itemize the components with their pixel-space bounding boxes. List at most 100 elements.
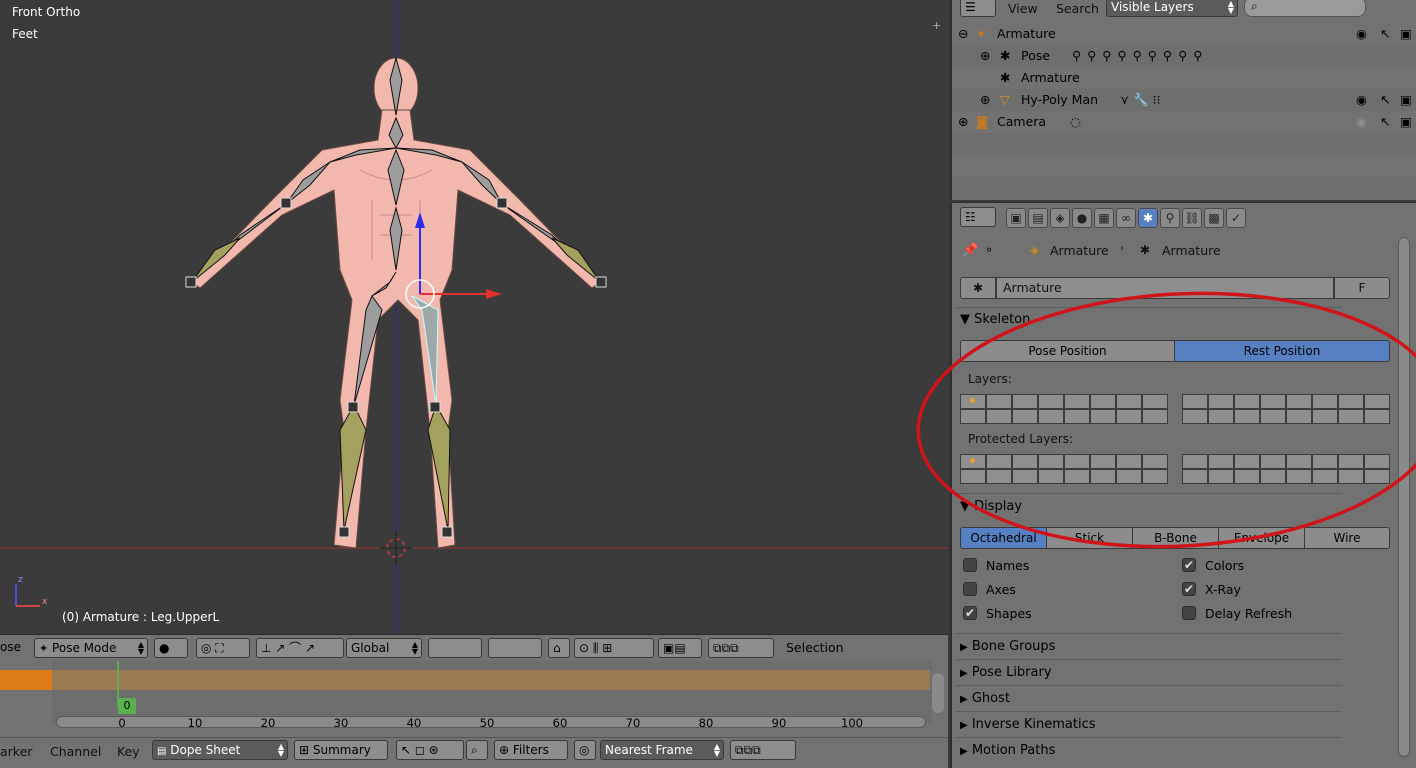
layer-toggle[interactable] (1012, 469, 1038, 484)
layer-toggle[interactable] (1116, 454, 1142, 469)
vertical-scrollbar[interactable] (932, 673, 944, 713)
delay-refresh-checkbox[interactable] (1182, 606, 1196, 620)
layer-toggle[interactable] (1090, 409, 1116, 424)
expand-icon[interactable]: ⊕ (958, 111, 968, 133)
snap-mode-dropdown[interactable]: Nearest Frame ▲ ▼ (600, 740, 724, 760)
texture-tab-icon[interactable]: ▩ (1204, 208, 1224, 228)
layer-toggle[interactable] (1234, 469, 1260, 484)
layer-toggle[interactable] (1182, 394, 1208, 409)
pin-icon[interactable]: 📌 (962, 243, 978, 258)
layer-toggle[interactable] (1312, 409, 1338, 424)
pose-position-button[interactable]: Pose Position (960, 340, 1175, 362)
render-camera-icon[interactable]: ▣ (1400, 111, 1412, 133)
layer-toggle[interactable] (1064, 469, 1090, 484)
datablock-browse-button[interactable]: ✱ (960, 277, 996, 299)
properties-editor-type-button[interactable]: ☷ (960, 207, 996, 227)
3d-viewport[interactable]: Front Ortho Feet (0) Armature : Leg.Uppe… (0, 0, 948, 634)
expand-icon[interactable]: ⊕ (980, 45, 990, 67)
bone-tab-icon[interactable]: ⚲ (1160, 208, 1180, 228)
lock-layers-icon[interactable]: ⌂ (548, 638, 570, 658)
layer-toggle[interactable] (1116, 469, 1142, 484)
visibility-eye-icon[interactable]: ◉ (1356, 111, 1367, 133)
pose-library-panel-header[interactable]: ▶ Pose Library (960, 661, 1343, 685)
layer-toggle[interactable] (1064, 394, 1090, 409)
protected-layers-group-1[interactable] (960, 454, 1168, 484)
proportional-edit-icon[interactable]: ◎ (574, 740, 596, 760)
datablock-name-input[interactable]: Armature (996, 277, 1334, 299)
mode-menu-fragment[interactable]: ose (0, 640, 21, 654)
layer-toggle[interactable] (1338, 409, 1364, 424)
render-layers-tab-icon[interactable]: ▤ (1028, 208, 1048, 228)
properties-scrollbar[interactable] (1398, 237, 1410, 757)
layer-toggle[interactable] (1208, 394, 1234, 409)
visibility-eye-icon[interactable]: ◉ (1356, 89, 1367, 111)
layer-toggle[interactable] (1364, 469, 1390, 484)
armature-layers-group-1[interactable] (960, 394, 1168, 424)
key-menu[interactable]: Key (117, 744, 140, 759)
constraints-tab-icon[interactable]: ∞ (1116, 208, 1136, 228)
render-buttons[interactable]: ▣▤ (658, 638, 702, 658)
layer-toggle[interactable] (1364, 454, 1390, 469)
display-stick-button[interactable]: Stick (1046, 527, 1133, 549)
protected-layers-group-2[interactable] (1182, 454, 1390, 484)
armature-data-tab-icon[interactable]: ✱ (1138, 208, 1158, 228)
layer-toggle[interactable] (1142, 394, 1168, 409)
layer-toggle[interactable] (960, 469, 986, 484)
layer-toggle[interactable] (1286, 469, 1312, 484)
scene-canvas[interactable]: z x (0, 0, 948, 634)
layer-toggle[interactable] (986, 394, 1012, 409)
layer-toggle[interactable] (1234, 454, 1260, 469)
shapes-checkbox[interactable]: ✔ (963, 606, 977, 620)
layer-toggle[interactable] (1338, 454, 1364, 469)
mode-selector[interactable]: ✦ Pose Mode ▲ ▼ (34, 638, 148, 658)
xray-checkbox[interactable]: ✔ (1182, 582, 1196, 596)
layer-toggle[interactable] (986, 469, 1012, 484)
layer-toggle[interactable] (1012, 454, 1038, 469)
layer-toggle[interactable] (1116, 394, 1142, 409)
current-frame-badge[interactable]: 0 (118, 698, 136, 714)
channel-menu[interactable]: Channel (50, 744, 101, 759)
layer-toggle[interactable] (1012, 409, 1038, 424)
snap-buttons[interactable]: ⊙ ⫼ ⊞ (574, 638, 654, 658)
layer-toggle[interactable] (1090, 454, 1116, 469)
outliner-view-menu[interactable]: View (1008, 1, 1038, 16)
expand-icon[interactable]: ⊕ (980, 89, 990, 111)
outliner-row-armature-data[interactable]: ✱ Armature (952, 67, 1416, 89)
select-cursor-icon[interactable]: ↖ (1380, 111, 1390, 133)
layer-toggle[interactable] (986, 454, 1012, 469)
layer-toggle[interactable] (1260, 469, 1286, 484)
summary-channel-selected[interactable] (0, 670, 52, 690)
render-tab-icon[interactable]: ▣ (1006, 208, 1026, 228)
layer-buttons-right[interactable] (488, 638, 542, 658)
timeline-editor[interactable]: 0 0 10 20 30 40 50 60 70 80 90 100 (0, 661, 948, 737)
layer-toggle[interactable] (1338, 469, 1364, 484)
layer-toggle[interactable] (1286, 394, 1312, 409)
bone-constraints-tab-icon[interactable]: ⛓ (1182, 208, 1202, 228)
outliner-row-mesh[interactable]: ⊕ ▽ Hy-Poly Man ⋎ 🔧 ⁝⁝ ◉ ↖ ▣ (952, 89, 1416, 111)
outliner-row-armature-object[interactable]: ⊖ ✶ Armature ◉ ↖ ▣ (952, 23, 1416, 45)
outliner-row-pose[interactable]: ⊕ ✱ Pose ⚲⚲⚲⚲⚲⚲⚲⚲⚲ (952, 45, 1416, 67)
layer-toggle[interactable] (1364, 394, 1390, 409)
marker-menu[interactable]: arker (0, 744, 32, 759)
outliner-search-input[interactable]: ⌕ (1244, 0, 1366, 17)
outliner-display-mode-dropdown[interactable]: Visible Layers ▲ ▼ (1106, 0, 1238, 17)
display-bbone-button[interactable]: B-Bone (1132, 527, 1219, 549)
layer-toggle[interactable] (1312, 469, 1338, 484)
skeleton-panel-header[interactable]: ▼ Skeleton (960, 308, 1343, 332)
layer-toggle[interactable] (1142, 469, 1168, 484)
filters-button[interactable]: ⊕ Filters (494, 740, 568, 760)
display-wire-button[interactable]: Wire (1304, 527, 1390, 549)
layer-toggle[interactable] (1364, 409, 1390, 424)
pose-copy-buttons[interactable]: ⧉⧉⧉ (708, 638, 774, 658)
layer-toggle[interactable] (1142, 409, 1168, 424)
layer-toggle[interactable] (1260, 454, 1286, 469)
outliner-row-camera[interactable]: ⊕ ◙ Camera ◌ ◉ ↖ ▣ (952, 111, 1416, 133)
inverse-kinematics-panel-header[interactable]: ▶ Inverse Kinematics (960, 713, 1343, 737)
layer-buttons-left[interactable] (428, 638, 482, 658)
bone-groups-panel-header[interactable]: ▶ Bone Groups (960, 635, 1343, 659)
summary-toggle[interactable]: ⊞ Summary (294, 740, 388, 760)
search-icon[interactable]: ⌕ (466, 740, 488, 760)
layer-toggle[interactable] (1286, 454, 1312, 469)
layer-toggle[interactable] (1142, 454, 1168, 469)
viewport-shading-button[interactable]: ● (154, 638, 188, 658)
